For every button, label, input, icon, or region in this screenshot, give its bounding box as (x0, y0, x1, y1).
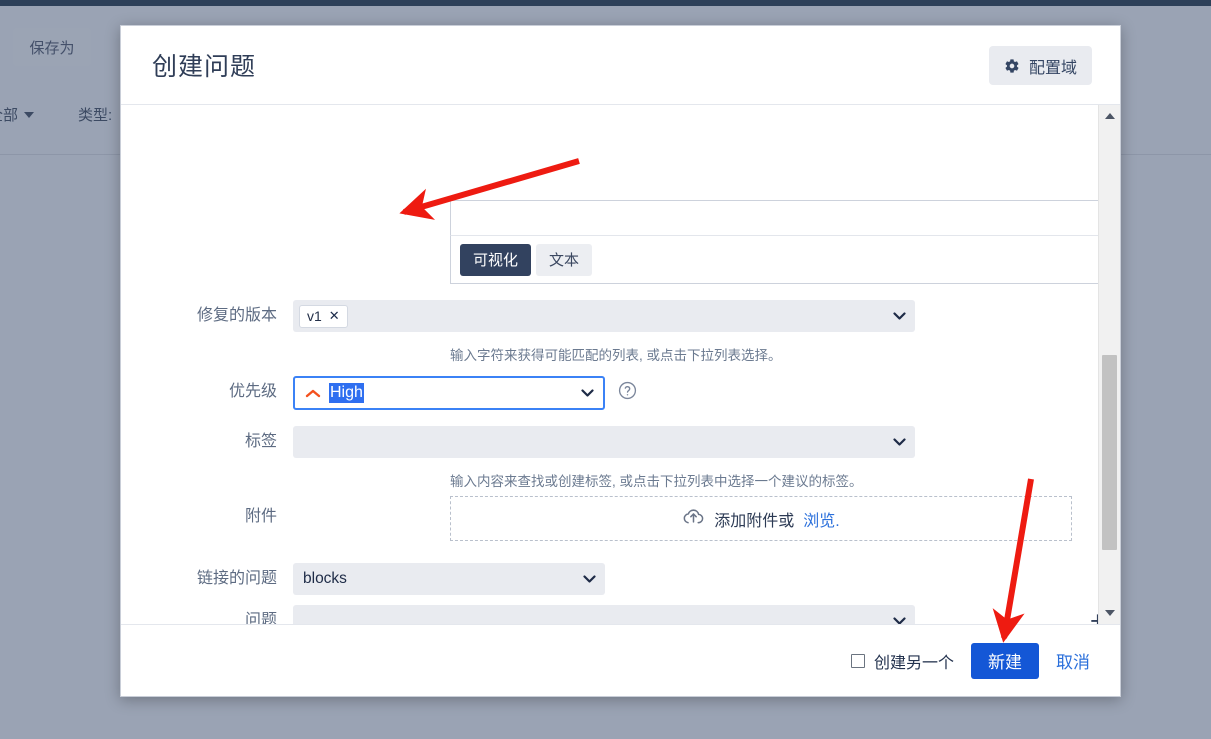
priority-value: High (329, 383, 364, 403)
filter-type-label: 类型: (78, 107, 113, 124)
field-row-linked-issue: 链接的问题 blocks (121, 563, 605, 595)
chevron-down-icon (893, 312, 906, 321)
scrollbar-thumb[interactable] (1102, 355, 1117, 550)
fix-version-help-text: 输入字符来获得可能匹配的列表, 或点击下拉列表选择。 (450, 348, 782, 363)
chevron-down-icon (24, 111, 35, 118)
configure-fields-button[interactable]: 配置域 (988, 46, 1092, 85)
field-row-labels: 标签 (121, 426, 915, 458)
attachment-label: 附件 (244, 508, 277, 525)
save-as-button[interactable]: 保存为 (13, 28, 91, 66)
form-scrollbar[interactable] (1098, 105, 1120, 624)
issue-label: 问题 (244, 612, 277, 624)
labels-label: 标签 (244, 433, 277, 450)
chevron-down-icon (581, 389, 594, 398)
cancel-button[interactable]: 取消 (1056, 648, 1090, 673)
plus-icon[interactable]: + (1090, 608, 1098, 625)
description-textarea[interactable] (450, 200, 1098, 235)
page-title: 创建问题 (152, 53, 257, 81)
gear-icon (1004, 58, 1020, 74)
linked-issue-value: blocks (303, 570, 347, 587)
filter-all-label: 全部 (0, 107, 19, 124)
chevron-down-icon (893, 617, 906, 624)
filter-all-dropdown[interactable]: 全部 (0, 104, 35, 125)
create-another-label: 创建另一个 (873, 654, 954, 672)
dialog-body: 可视化 文本 修复的版本 v1 ✕ 输入字符来获得可能匹配的列表, 或点击下拉列… (121, 105, 1120, 624)
fix-version-label: 修复的版本 (196, 307, 277, 324)
issue-select[interactable] (293, 605, 915, 624)
form-scroll-region: 可视化 文本 修复的版本 v1 ✕ 输入字符来获得可能匹配的列表, 或点击下拉列… (121, 105, 1098, 624)
field-row-attachment: 附件 (121, 501, 293, 533)
question-mark-circle-icon[interactable] (618, 381, 637, 405)
dialog-header: 创建问题 配置域 (121, 26, 1120, 105)
fix-version-select[interactable]: v1 ✕ (293, 300, 915, 332)
create-issue-dialog: 创建问题 配置域 可视化 文本 修复的版本 v1 ✕ 输入字符来获得可能匹配的列… (120, 25, 1121, 697)
cloud-upload-icon (682, 507, 705, 531)
chevron-down-icon (583, 575, 596, 584)
labels-select[interactable] (293, 426, 915, 458)
submit-button[interactable]: 新建 (971, 642, 1039, 679)
labels-help-text: 输入内容来查找或创建标签, 或点击下拉列表中选择一个建议的标签。 (450, 474, 863, 489)
chevron-down-icon (893, 438, 906, 447)
attachment-text: 添加附件或 (714, 512, 795, 530)
fix-version-tag: v1 ✕ (299, 304, 348, 328)
browse-link[interactable]: 浏览. (803, 507, 839, 531)
close-icon[interactable]: ✕ (329, 308, 340, 324)
linked-issue-select[interactable]: blocks (293, 563, 605, 595)
field-row-issue: 问题 (121, 605, 915, 624)
configure-fields-label: 配置域 (1028, 59, 1077, 77)
scroll-up-arrow-icon[interactable] (1099, 105, 1120, 127)
checkbox-box[interactable] (850, 653, 865, 668)
dialog-footer: 创建另一个 新建 取消 (121, 624, 1120, 696)
editor-toolbar: 可视化 文本 (450, 235, 1098, 284)
priority-high-up-arrow-icon (305, 388, 329, 399)
field-row-priority: 优先级 High (121, 376, 637, 410)
priority-select[interactable]: High (293, 376, 605, 410)
linked-issue-label: 链接的问题 (196, 570, 277, 587)
tab-text[interactable]: 文本 (536, 243, 593, 276)
create-another-checkbox[interactable]: 创建另一个 (850, 649, 954, 673)
priority-label: 优先级 (228, 383, 277, 400)
tab-visual[interactable]: 可视化 (460, 243, 532, 276)
fix-version-tag-label: v1 (307, 308, 322, 324)
scroll-down-arrow-icon[interactable] (1099, 602, 1120, 624)
field-row-fix-version: 修复的版本 v1 ✕ (121, 300, 915, 332)
attachment-dropzone[interactable]: 添加附件或 浏览. (450, 496, 1072, 541)
